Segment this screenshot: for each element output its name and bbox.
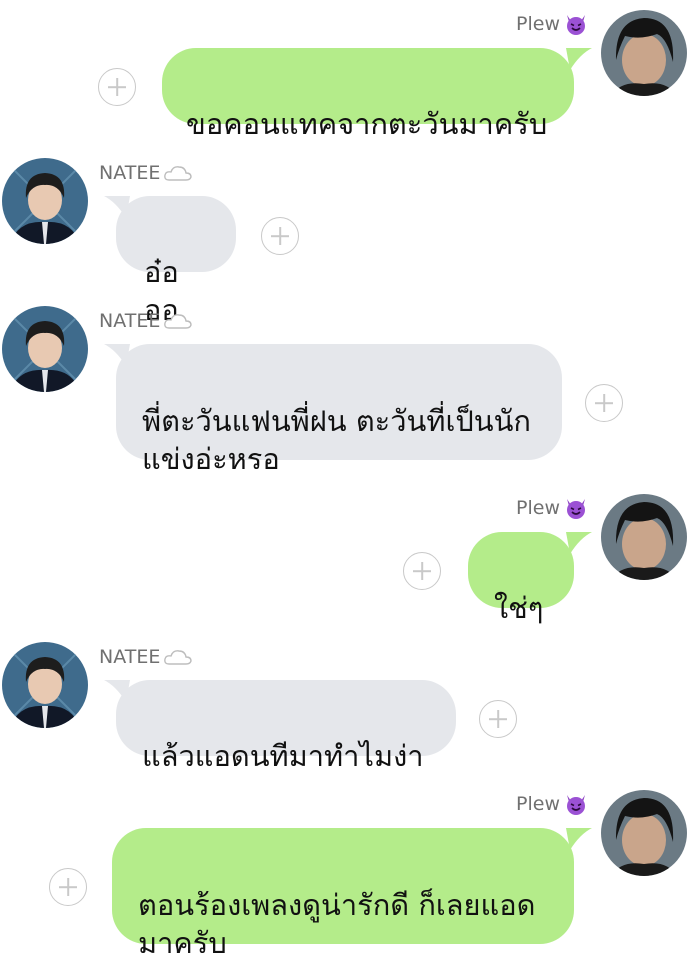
- message-bubble[interactable]: ใช่ๆ: [468, 532, 574, 625]
- add-reaction-button[interactable]: [49, 868, 87, 906]
- smiling-devil-icon: [567, 499, 585, 519]
- avatar[interactable]: [2, 306, 88, 392]
- avatar[interactable]: [601, 790, 687, 876]
- sender-name: NATEE: [99, 310, 193, 332]
- add-reaction-button[interactable]: [403, 552, 441, 590]
- bubble-tail: [566, 48, 592, 70]
- user-avatar-image: [601, 494, 687, 580]
- contact-avatar-image: [2, 158, 88, 244]
- user-avatar-image: [601, 790, 687, 876]
- bubble-tail: [566, 532, 592, 554]
- contact-avatar-image: [2, 642, 88, 728]
- avatar[interactable]: [601, 10, 687, 96]
- add-reaction-button[interactable]: [261, 217, 299, 255]
- cloud-icon: [164, 314, 193, 329]
- avatar[interactable]: [601, 494, 687, 580]
- smiling-devil-icon: [567, 15, 585, 35]
- cloud-icon: [164, 650, 193, 665]
- contact-avatar-image: [2, 306, 88, 392]
- avatar[interactable]: [2, 642, 88, 728]
- add-reaction-button[interactable]: [98, 68, 136, 106]
- avatar[interactable]: [2, 158, 88, 244]
- user-avatar-image: [601, 10, 687, 96]
- sender-name: Plew: [516, 792, 588, 816]
- smiling-devil-icon: [567, 795, 585, 815]
- add-reaction-button[interactable]: [585, 384, 623, 422]
- cloud-icon: [164, 166, 193, 181]
- sender-name: Plew: [516, 12, 588, 36]
- message-bubble[interactable]: พี่ตะวันแฟนพี่ฝน ตะวันที่เป็นนัก แข่งอ่ะ…: [116, 344, 562, 476]
- sender-name: Plew: [516, 496, 588, 520]
- sender-name: NATEE: [99, 162, 193, 184]
- add-reaction-button[interactable]: [479, 700, 517, 738]
- message-bubble[interactable]: ขอคอนแทคจากตะวันมาครับ: [162, 48, 574, 141]
- bubble-tail: [566, 828, 592, 850]
- message-bubble[interactable]: ตอนร้องเพลงดูน่ารักดี ก็เลยแอด มาครับ: [112, 828, 574, 960]
- sender-name: NATEE: [99, 646, 193, 668]
- message-bubble[interactable]: แล้วแอดนทีมาทำไมง่า: [116, 680, 456, 773]
- message-bubble[interactable]: อ๋อออ: [116, 196, 236, 327]
